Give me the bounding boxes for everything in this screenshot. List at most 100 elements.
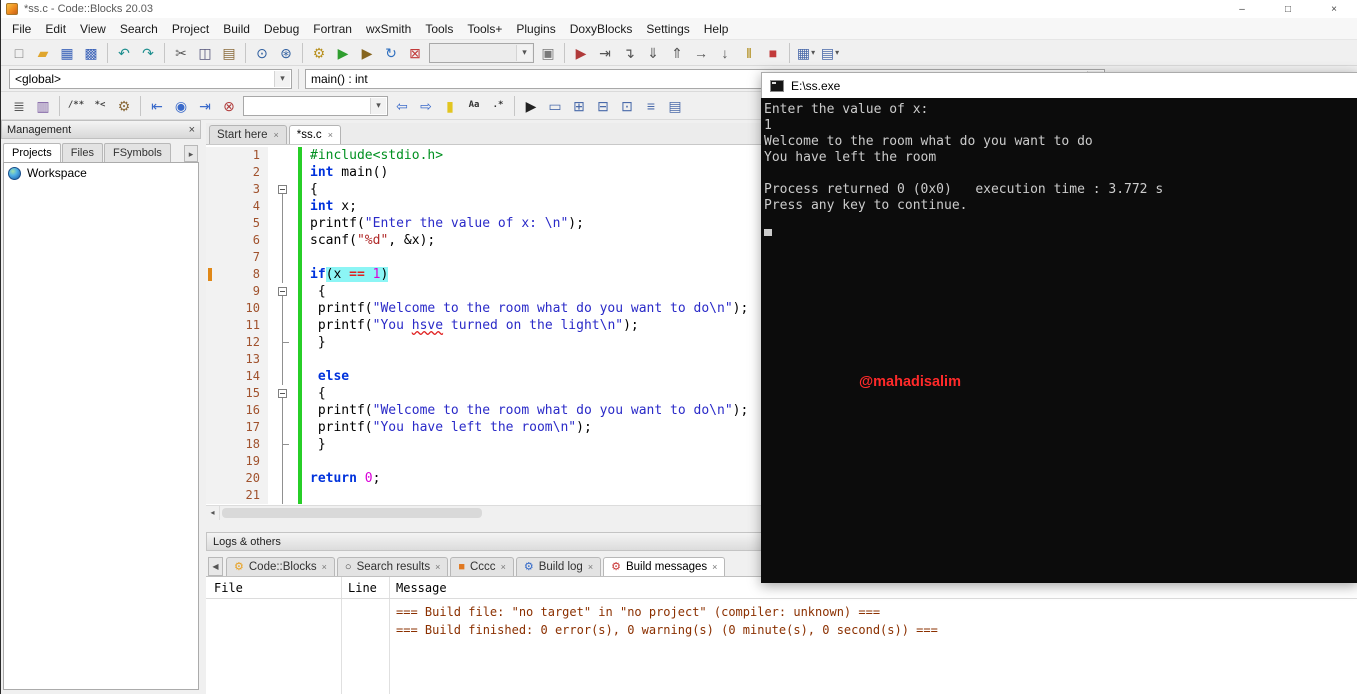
management-tab-files[interactable]: Files: [61, 143, 103, 162]
menu-debug[interactable]: Debug: [257, 18, 306, 40]
select-target-icon[interactable]: ▣: [537, 42, 559, 64]
close-tab-icon[interactable]: ×: [588, 562, 593, 572]
minimize-button[interactable]: –: [1219, 0, 1265, 18]
break-debugger-icon[interactable]: ‖: [738, 42, 760, 64]
fold-margin[interactable]: [268, 385, 298, 402]
search-prev-icon[interactable]: ⇦: [391, 95, 413, 117]
editor-tab-start-here[interactable]: Start here ×: [209, 125, 287, 144]
save-icon[interactable]: ▦: [56, 42, 78, 64]
new-file-icon[interactable]: □: [8, 42, 30, 64]
doxy-line-comment-icon[interactable]: *<: [89, 95, 111, 117]
open-file-icon[interactable]: ▰: [32, 42, 54, 64]
close-tab-icon[interactable]: ×: [328, 130, 333, 140]
management-tab-fsymbols[interactable]: FSymbols: [103, 143, 171, 162]
management-tab-projects[interactable]: Projects: [3, 143, 61, 162]
fold-margin[interactable]: [268, 283, 298, 300]
highlight-occurrences-icon[interactable]: ▮: [439, 95, 461, 117]
logs-tab-cccc[interactable]: ■ Cccc ×: [450, 557, 514, 576]
maximize-button[interactable]: □: [1265, 0, 1311, 18]
console-output[interactable]: Enter the value of x: 1 Welcome to the roo…: [761, 98, 1357, 583]
replace-icon[interactable]: ⊛: [275, 42, 297, 64]
close-tab-icon[interactable]: ×: [501, 562, 506, 572]
menu-view[interactable]: View: [73, 18, 113, 40]
management-tabs-scroll-icon[interactable]: ▸: [184, 145, 198, 162]
run-to-cursor-icon[interactable]: ⇥: [594, 42, 616, 64]
menu-project[interactable]: Project: [165, 18, 216, 40]
build-and-run-icon[interactable]: ▶: [356, 42, 378, 64]
fold-margin[interactable]: [268, 215, 298, 232]
fold-margin[interactable]: [268, 249, 298, 266]
find-icon[interactable]: ⊙: [251, 42, 273, 64]
chevron-down-icon[interactable]: ▾: [516, 44, 532, 61]
abort-build-icon[interactable]: ⊠: [404, 42, 426, 64]
fold-margin[interactable]: [268, 300, 298, 317]
step-into-icon[interactable]: ⇓: [642, 42, 664, 64]
wxsmith-list-icon[interactable]: ≡: [640, 95, 662, 117]
logs-tabs-scroll-left-icon[interactable]: ◀: [208, 557, 223, 576]
close-tab-icon[interactable]: ×: [435, 562, 440, 572]
redo-icon[interactable]: ↷: [137, 42, 159, 64]
chevron-down-icon[interactable]: ▾: [370, 97, 386, 114]
wxsmith-notebook-icon[interactable]: ▤: [664, 95, 686, 117]
goto-next-changed-line-icon[interactable]: ⇥: [194, 95, 216, 117]
fold-collapse-icon[interactable]: [278, 185, 287, 194]
close-tab-icon[interactable]: ×: [274, 130, 279, 140]
wxsmith-grid-sizer-icon[interactable]: ⊞: [568, 95, 590, 117]
fold-margin[interactable]: [268, 164, 298, 181]
column-header-line[interactable]: Line: [348, 581, 377, 595]
fold-margin[interactable]: [268, 351, 298, 368]
logs-tab-code-blocks[interactable]: ⚙ Code::Blocks ×: [226, 557, 335, 576]
menu-wxsmith[interactable]: wxSmith: [359, 18, 418, 40]
menu-file[interactable]: File: [5, 18, 38, 40]
fold-margin[interactable]: [268, 181, 298, 198]
doxy-extract-icon[interactable]: ⚙: [113, 95, 135, 117]
step-into-instruction-icon[interactable]: ↓: [714, 42, 736, 64]
menu-plugins[interactable]: Plugins: [509, 18, 562, 40]
paste-icon[interactable]: ▤: [218, 42, 240, 64]
build-message-row[interactable]: === Build file: "no target" in "no proje…: [396, 603, 1353, 621]
fold-margin[interactable]: [268, 487, 298, 504]
menu-settings[interactable]: Settings: [639, 18, 696, 40]
console-title-bar[interactable]: E:\ss.exe: [761, 72, 1357, 98]
copy-icon[interactable]: ◫: [194, 42, 216, 64]
cut-icon[interactable]: ✂: [170, 42, 192, 64]
scrollbar-thumb[interactable]: [222, 508, 482, 518]
menu-tools[interactable]: Tools+: [460, 18, 509, 40]
logs-tab-search-results[interactable]: ○ Search results ×: [336, 557, 449, 576]
pointer-tool-icon[interactable]: ▶: [520, 95, 542, 117]
debugging-windows-icon[interactable]: ▦ ▾: [795, 42, 817, 64]
column-header-message[interactable]: Message: [396, 581, 447, 595]
menu-search[interactable]: Search: [113, 18, 165, 40]
menu-edit[interactable]: Edit: [38, 18, 73, 40]
fold-margin[interactable]: [268, 232, 298, 249]
console-window[interactable]: E:\ss.exe Enter the value of x: 1 Welcome …: [761, 72, 1357, 583]
open-files-list-icon[interactable]: ≣: [8, 95, 30, 117]
fold-margin[interactable]: [268, 147, 298, 164]
fold-collapse-icon[interactable]: [278, 389, 287, 398]
step-out-icon[interactable]: ⇑: [666, 42, 688, 64]
scope-select[interactable]: <global> ▾: [9, 68, 292, 89]
code-statistics-icon[interactable]: ▥: [32, 95, 54, 117]
fold-collapse-icon[interactable]: [278, 287, 287, 296]
save-all-icon[interactable]: ▩: [80, 42, 102, 64]
regex-search-icon[interactable]: .*: [487, 95, 509, 117]
clear-highlight-icon[interactable]: ⊗: [218, 95, 240, 117]
various-info-icon[interactable]: ▤ ▾: [819, 42, 841, 64]
search-next-icon[interactable]: ⇨: [415, 95, 437, 117]
wxsmith-panel-icon[interactable]: ⊡: [616, 95, 638, 117]
close-tab-icon[interactable]: ×: [322, 562, 327, 572]
match-case-icon[interactable]: Aa: [463, 95, 485, 117]
next-instruction-icon[interactable]: →: [690, 42, 712, 64]
wxsmith-box-sizer-icon[interactable]: ⊟: [592, 95, 614, 117]
logs-tab-build-log[interactable]: ⚙ Build log ×: [515, 557, 602, 576]
incremental-search-input[interactable]: ▾: [243, 95, 388, 116]
debug-continue-icon[interactable]: ▶: [570, 42, 592, 64]
fold-margin[interactable]: [268, 419, 298, 436]
fold-margin[interactable]: [268, 436, 298, 453]
build-target-select[interactable]: ▾: [429, 42, 534, 63]
title-bar[interactable]: *ss.c - Code::Blocks 20.03 – □ ×: [1, 0, 1357, 18]
rebuild-icon[interactable]: ↻: [380, 42, 402, 64]
tree-item-workspace[interactable]: Workspace: [4, 163, 198, 183]
fold-margin[interactable]: [268, 470, 298, 487]
menu-fortran[interactable]: Fortran: [306, 18, 359, 40]
